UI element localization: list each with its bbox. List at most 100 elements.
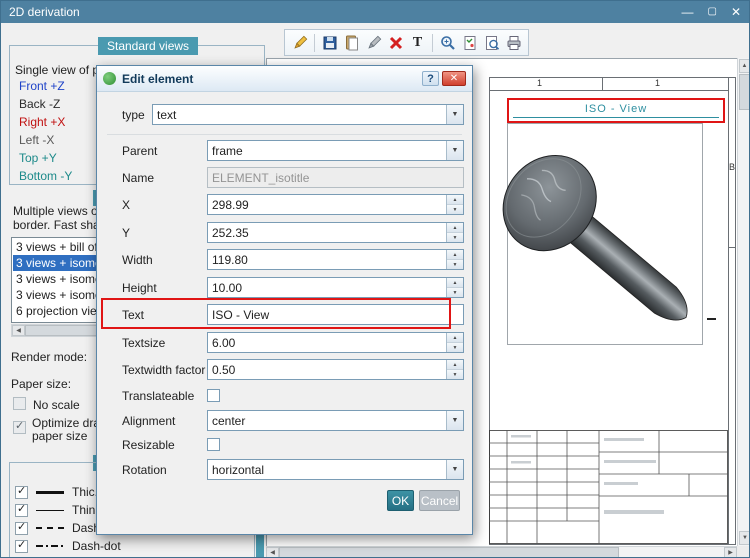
chevron-down-icon[interactable]: ▼ xyxy=(446,411,463,430)
rotation-combo[interactable]: horizontal ▼ xyxy=(207,459,464,480)
spin-down-icon[interactable]: ▼ xyxy=(447,288,463,297)
window-titlebar[interactable]: 2D derivation — ▢ ✕ xyxy=(1,1,749,23)
multi-views-text-2: border. Fast shad xyxy=(13,218,106,232)
paper-size-label: Paper size: xyxy=(11,377,71,391)
dashdot-line-sample xyxy=(36,545,64,547)
line-style-row: ✓ Dash-dot xyxy=(15,538,121,554)
maximize-button[interactable]: ▢ xyxy=(707,1,716,23)
parent-combo[interactable]: frame ▼ xyxy=(207,140,464,161)
save-icon[interactable] xyxy=(319,32,340,53)
textsize-spinner[interactable]: 6.00 ▲▼ xyxy=(207,332,464,353)
edit-element-dialog: Edit element ? ✕ type text ▼ Parent fram… xyxy=(96,65,473,535)
scroll-down-icon[interactable]: ▼ xyxy=(739,531,750,545)
type-label: type xyxy=(122,108,145,122)
zone-tick xyxy=(602,77,603,90)
no-scale-label: No scale xyxy=(33,398,80,412)
drawing-toolbar: T xyxy=(284,29,529,56)
dashed-lines-checkbox[interactable]: ✓ xyxy=(15,522,28,535)
x-spinner[interactable]: 298.99 ▲▼ xyxy=(207,194,464,215)
optimize-checkbox[interactable]: ✓ xyxy=(13,421,26,434)
help-button[interactable]: ? xyxy=(422,71,439,86)
view-item-left[interactable]: Left -X xyxy=(19,133,54,147)
optimize-label-1: Optimize dra xyxy=(32,416,100,430)
chevron-down-icon[interactable]: ▼ xyxy=(446,141,463,160)
check-icon: ✓ xyxy=(17,484,26,497)
check-icon: ✓ xyxy=(17,502,26,515)
clipboard-icon[interactable] xyxy=(341,32,362,53)
dialog-close-button[interactable]: ✕ xyxy=(442,71,466,86)
chevron-down-icon[interactable]: ▼ xyxy=(446,460,463,479)
parent-label: Parent xyxy=(122,144,157,158)
scrollbar-thumb[interactable] xyxy=(739,74,750,110)
scroll-up-icon[interactable]: ▲ xyxy=(739,59,750,73)
thick-lines-checkbox[interactable]: ✓ xyxy=(15,486,28,499)
iso-view-title: ISO - View xyxy=(509,103,723,115)
thin-lines-checkbox[interactable]: ✓ xyxy=(15,504,28,517)
zoom-icon[interactable] xyxy=(437,32,458,53)
alignment-combo[interactable]: center ▼ xyxy=(207,410,464,431)
view-item-back[interactable]: Back -Z xyxy=(19,97,60,111)
scroll-right-icon[interactable]: ▶ xyxy=(724,547,737,558)
sheet-border-top xyxy=(489,77,735,78)
resizable-label: Resizable xyxy=(122,438,175,452)
part-3d-view xyxy=(495,137,740,352)
textsize-label: Textsize xyxy=(122,336,165,350)
view-item-right[interactable]: Right +X xyxy=(19,115,65,129)
close-button[interactable]: ✕ xyxy=(731,1,741,23)
minimize-button[interactable]: — xyxy=(681,1,693,23)
print-icon[interactable] xyxy=(503,32,524,53)
resizable-checkbox[interactable] xyxy=(207,438,220,451)
no-scale-checkbox[interactable] xyxy=(13,397,26,410)
view-item-front[interactable]: Front +Z xyxy=(19,79,65,93)
type-combo[interactable]: text ▼ xyxy=(152,104,464,125)
textwidth-spinner[interactable]: 0.50 ▲▼ xyxy=(207,359,464,380)
spin-up-icon[interactable]: ▲ xyxy=(447,223,463,233)
view-item-bottom[interactable]: Bottom -Y xyxy=(19,169,72,183)
spin-up-icon[interactable]: ▲ xyxy=(447,360,463,370)
horizontal-scrollbar[interactable]: ◀ ▶ xyxy=(266,546,737,558)
edit-pencil-icon[interactable] xyxy=(289,32,310,53)
spin-down-icon[interactable]: ▼ xyxy=(447,260,463,269)
scrollbar-corner xyxy=(737,546,750,558)
height-label: Height xyxy=(122,281,157,295)
spin-down-icon[interactable]: ▼ xyxy=(447,205,463,214)
spin-down-icon[interactable]: ▼ xyxy=(447,343,463,352)
delete-icon[interactable] xyxy=(385,32,406,53)
page-markup-icon[interactable] xyxy=(459,32,480,53)
width-spinner[interactable]: 119.80 ▲▼ xyxy=(207,249,464,270)
pen-icon[interactable] xyxy=(363,32,384,53)
translateable-checkbox[interactable] xyxy=(207,389,220,402)
chevron-down-icon[interactable]: ▼ xyxy=(446,105,463,124)
view-title-underline xyxy=(513,117,719,118)
single-view-text: Single view of p xyxy=(15,63,99,77)
name-field: ELEMENT_isotitle xyxy=(207,167,464,188)
print-preview-icon[interactable] xyxy=(481,32,502,53)
spin-down-icon[interactable]: ▼ xyxy=(447,233,463,242)
spin-up-icon[interactable]: ▲ xyxy=(447,278,463,288)
thin-line-sample xyxy=(36,510,64,511)
spin-down-icon[interactable]: ▼ xyxy=(447,370,463,379)
text-icon[interactable]: T xyxy=(407,32,428,53)
cancel-button[interactable]: Cancel xyxy=(419,490,460,511)
scrollbar-thumb[interactable] xyxy=(279,547,619,558)
height-spinner[interactable]: 10.00 ▲▼ xyxy=(207,277,464,298)
text-field[interactable]: ISO - View xyxy=(207,304,464,325)
y-spinner[interactable]: 252.35 ▲▼ xyxy=(207,222,464,243)
spin-up-icon[interactable]: ▲ xyxy=(447,250,463,260)
dashdot-lines-checkbox[interactable]: ✓ xyxy=(15,540,28,553)
spin-up-icon[interactable]: ▲ xyxy=(447,333,463,343)
width-label: Width xyxy=(122,253,153,267)
spin-up-icon[interactable]: ▲ xyxy=(447,195,463,205)
app-window: 2D derivation — ▢ ✕ T xyxy=(0,0,750,558)
zone-number: 1 xyxy=(537,78,542,88)
vertical-scrollbar[interactable]: ▲ ▼ xyxy=(737,58,750,546)
scroll-left-icon[interactable]: ◀ xyxy=(12,325,25,336)
text-label: Text xyxy=(122,308,144,322)
textwidth-label: Textwidth factor xyxy=(122,363,205,377)
scroll-left-icon[interactable]: ◀ xyxy=(266,547,279,558)
ok-button[interactable]: OK xyxy=(387,490,414,511)
dialog-titlebar[interactable]: Edit element ? ✕ xyxy=(97,66,472,92)
sheet-frame-bottom xyxy=(489,544,736,545)
view-item-top[interactable]: Top +Y xyxy=(19,151,57,165)
dialog-title: Edit element xyxy=(122,72,422,86)
